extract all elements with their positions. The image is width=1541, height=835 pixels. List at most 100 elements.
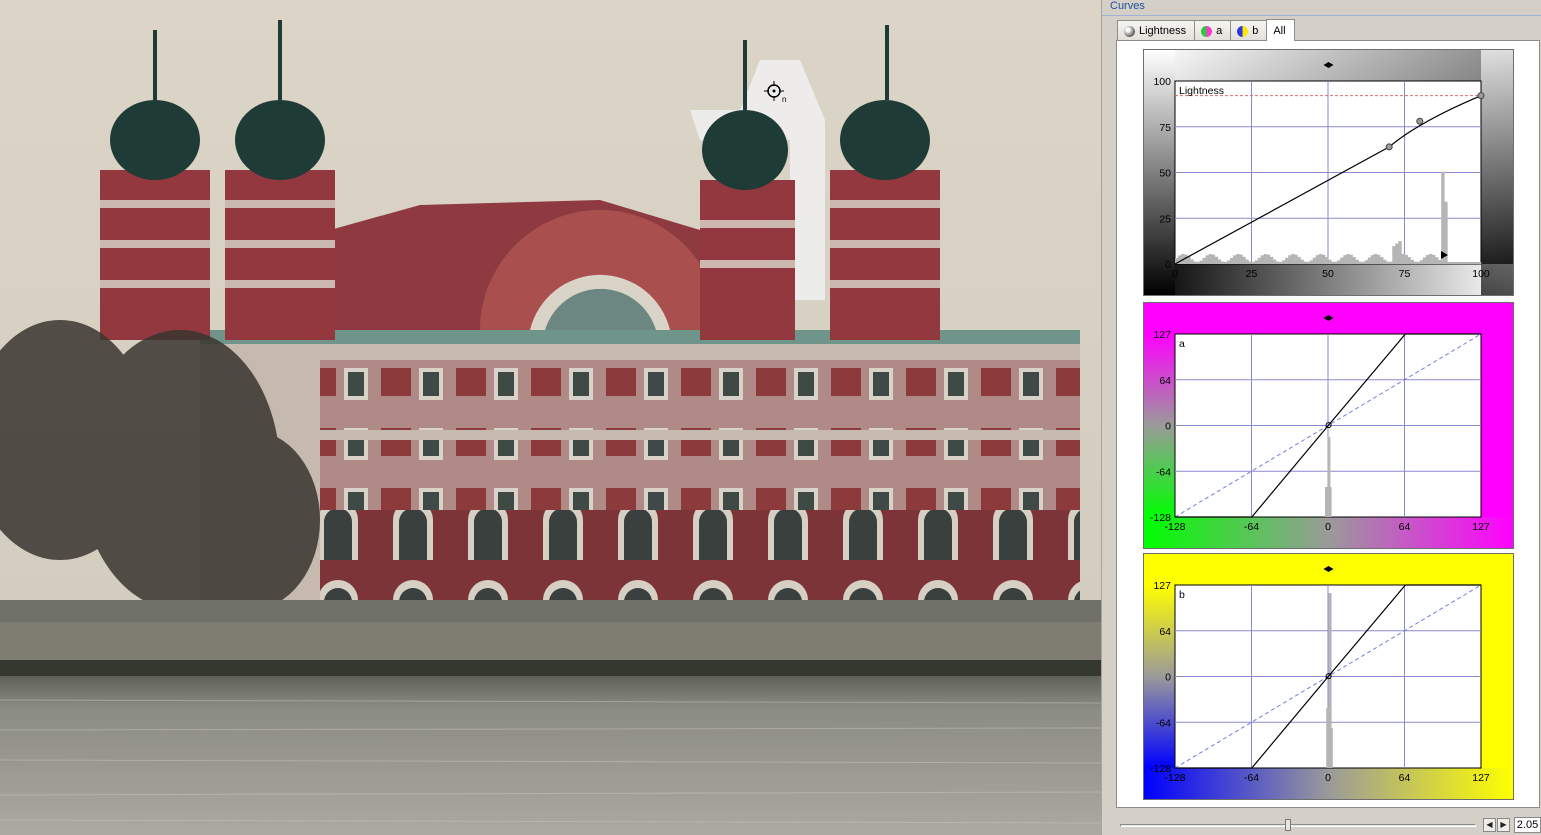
y-tick-label: 127 xyxy=(1153,329,1171,341)
x-tick-label: 50 xyxy=(1322,268,1334,280)
y-tick-label: 75 xyxy=(1159,122,1171,134)
histogram-bar xyxy=(1447,262,1451,264)
y-tick-label: 0 xyxy=(1165,672,1171,684)
zoom-slider-track[interactable] xyxy=(1120,824,1476,827)
histogram-bar xyxy=(1220,261,1225,264)
histogram-bar xyxy=(1321,254,1326,264)
histogram-bar xyxy=(1312,257,1317,264)
x-tick-label: -64 xyxy=(1244,772,1259,784)
histogram-bar xyxy=(1245,259,1249,264)
histogram-bar xyxy=(1380,257,1384,264)
channel-label: Lightness xyxy=(1179,85,1224,97)
tab-label: a xyxy=(1216,25,1223,37)
histogram-bar xyxy=(1254,260,1258,264)
x-tick-label: -64 xyxy=(1244,521,1259,533)
decrease-button[interactable]: ◀ xyxy=(1483,818,1496,832)
histogram-bar xyxy=(1432,254,1436,264)
histogram-bar xyxy=(1413,261,1418,264)
histogram-bar xyxy=(1251,261,1255,264)
y-tick-label: -64 xyxy=(1156,717,1171,729)
histogram-bar xyxy=(1398,241,1402,264)
histogram-bar xyxy=(1199,260,1203,264)
histogram-bar xyxy=(1328,259,1332,264)
histogram-bar xyxy=(1401,254,1405,264)
histogram-bar xyxy=(1257,257,1261,264)
y-tick-label: 0 xyxy=(1165,259,1171,271)
histogram-bar xyxy=(1453,262,1457,264)
histogram-bar xyxy=(1438,259,1442,264)
x-tick-label: 100 xyxy=(1472,268,1490,280)
histogram-bar xyxy=(1367,257,1372,264)
histogram-bar xyxy=(1352,257,1356,264)
histogram-bar xyxy=(1306,261,1310,264)
histogram-bar xyxy=(1187,256,1191,264)
histogram-bar xyxy=(1331,261,1335,264)
b-curve-editor[interactable]: b -128 -64 0 64 127 127 64 0 -64 -128 xyxy=(1143,553,1514,800)
tab-all[interactable]: All xyxy=(1266,19,1295,41)
histogram-bar xyxy=(1419,260,1424,264)
histogram-bar xyxy=(1459,262,1463,264)
histogram-bar xyxy=(1263,254,1268,264)
histogram-bar xyxy=(1441,171,1445,264)
histogram-bar xyxy=(1260,255,1265,264)
channel-tabs: Lightness a b All xyxy=(1117,19,1295,41)
histogram-bar xyxy=(1288,255,1292,264)
b-curve-svg[interactable]: b-128 -64 0 64 127127640-64-128 xyxy=(1144,554,1513,799)
histogram-bar xyxy=(1196,261,1200,264)
histogram-bar xyxy=(1318,254,1323,264)
channel-label: a xyxy=(1179,338,1185,350)
lightness-curve-editor[interactable]: Lightness 0 25 50 75 100 100 75 50 25 0 xyxy=(1143,49,1514,296)
histogram-bar xyxy=(1291,254,1295,264)
histogram-bar xyxy=(1383,259,1387,264)
tab-b[interactable]: b xyxy=(1230,20,1268,41)
histogram-bar xyxy=(1343,255,1347,264)
histogram-bar xyxy=(1190,259,1194,264)
svg-text:n: n xyxy=(782,95,786,104)
x-tick-label: 25 xyxy=(1246,268,1258,280)
tab-page-all: Lightness 0 25 50 75 100 100 75 50 25 0 a -128 -64 0 6… xyxy=(1116,40,1540,808)
image-canvas[interactable]: n xyxy=(0,0,1101,835)
histogram-bar xyxy=(1217,259,1222,264)
a-curve-editor[interactable]: a -128 -64 0 64 127 127 64 0 -64 -128 xyxy=(1143,302,1514,549)
tab-lightness[interactable]: Lightness xyxy=(1117,20,1196,41)
histogram-bar xyxy=(1477,262,1482,264)
histogram-bar xyxy=(1349,254,1353,264)
channel-label: b xyxy=(1179,589,1185,601)
histogram-bar xyxy=(1364,260,1369,264)
histogram-bar xyxy=(1386,261,1390,264)
tab-label: All xyxy=(1273,24,1286,37)
histogram-bar xyxy=(1328,487,1332,517)
histogram-bar xyxy=(1428,254,1433,264)
y-tick-label: 100 xyxy=(1153,76,1171,88)
histogram-bar xyxy=(1474,262,1479,264)
zoom-value[interactable]: 2.05 xyxy=(1514,817,1541,833)
histogram-bar xyxy=(1376,254,1381,264)
x-tick-label: 0 xyxy=(1172,268,1178,280)
histogram-bar xyxy=(1361,261,1366,264)
histogram-bar xyxy=(1309,260,1313,264)
histogram-bar xyxy=(1208,254,1213,264)
a-curve-svg[interactable]: a-128 -64 0 64 127127640-64-128 xyxy=(1144,303,1513,548)
panel-title: Curves xyxy=(1110,0,1145,12)
histogram-bar xyxy=(1410,259,1414,264)
histogram-bar xyxy=(1233,255,1237,264)
y-tick-label: 64 xyxy=(1159,626,1171,638)
zoom-slider-thumb[interactable] xyxy=(1285,819,1291,831)
histogram-bar xyxy=(1297,256,1301,264)
histogram-bar xyxy=(1303,261,1307,264)
tab-label: Lightness xyxy=(1139,25,1187,37)
increase-button[interactable]: ▶ xyxy=(1497,818,1510,832)
histogram-bar xyxy=(1404,254,1408,264)
histogram-bar xyxy=(1422,257,1427,264)
y-tick-label: 50 xyxy=(1159,168,1171,180)
histogram-bar xyxy=(1285,257,1289,264)
x-tick-label: 127 xyxy=(1472,772,1490,784)
histogram-bar xyxy=(1324,256,1329,264)
histogram-bar xyxy=(1248,261,1252,264)
histogram-bar xyxy=(1456,262,1460,264)
histogram-bar xyxy=(1269,256,1274,264)
tab-a[interactable]: a xyxy=(1194,20,1232,41)
lightness-curve-svg[interactable]: Lightness 0 25 50 75 100 100 75 50 25 0 xyxy=(1144,50,1513,295)
histogram-bar xyxy=(1340,257,1344,264)
histogram-bar xyxy=(1214,256,1219,264)
